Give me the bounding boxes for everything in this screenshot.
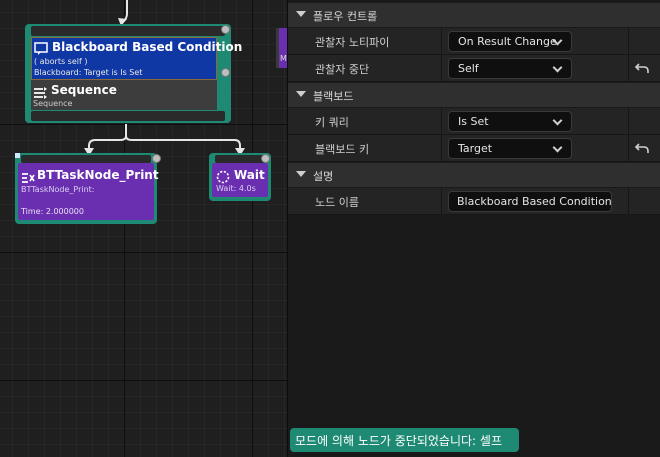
wait-index-badge xyxy=(261,154,270,163)
breakpoint-marker xyxy=(15,153,20,158)
print-task-title: BTTaskNode_Print xyxy=(37,168,159,182)
dropdown-value: Is Set xyxy=(458,115,489,128)
category-label: 설명 xyxy=(313,170,334,183)
column-divider xyxy=(628,135,629,162)
observer-notify-dropdown[interactable]: On Result Change xyxy=(448,31,572,52)
node-name-input[interactable]: Blackboard Based Condition xyxy=(448,191,612,212)
column-divider xyxy=(628,55,629,82)
dropdown-value: Self xyxy=(458,62,479,75)
dropdown-value: On Result Change xyxy=(458,35,557,48)
sequence-title: Sequence xyxy=(51,83,117,97)
node-output-bar xyxy=(31,111,225,121)
chevron-down-icon xyxy=(552,115,563,126)
status-text: 모드에 의해 노드가 중단되었습니다: 셀프 xyxy=(295,434,502,448)
column-divider xyxy=(441,108,442,135)
task-input-bar xyxy=(21,155,151,163)
category-label: 플로우 컨트롤 xyxy=(313,10,378,23)
input-value: Blackboard Based Condition xyxy=(457,195,612,208)
print-task-subtitle: BTTaskNode_Print: xyxy=(21,185,95,194)
node-index-badge xyxy=(221,25,230,34)
chevron-down-icon xyxy=(552,142,563,153)
property-row-observer-notify: 관찰자 노티파이 On Result Change xyxy=(288,28,660,55)
chevron-down-icon xyxy=(552,62,563,73)
status-message: 모드에 의해 노드가 중단되었습니다: 셀프 xyxy=(290,428,519,452)
category-description[interactable]: 설명 xyxy=(288,163,660,187)
wait-task-title: Wait xyxy=(234,168,265,182)
key-query-dropdown[interactable]: Is Set xyxy=(448,111,572,132)
behavior-tree-editor: { "graph": { "composite": { "decorator_t… xyxy=(0,0,660,457)
wait-input-bar xyxy=(215,155,265,163)
category-blackboard[interactable]: 블랙보드 xyxy=(288,83,660,107)
property-label: 블랙보드 키 xyxy=(315,143,370,156)
details-panel: 플로우 컨트롤 관찰자 노티파이 On Result Change 관찰자 중단… xyxy=(287,0,660,457)
property-row-key-query: 키 쿼리 Is Set xyxy=(288,108,660,135)
graph-canvas[interactable]: M Blackboard Based Condition ( aborts se… xyxy=(0,0,287,457)
property-row-observer-abort: 관찰자 중단 Self xyxy=(288,55,660,82)
property-row-blackboard-key: 블랙보드 키 Target xyxy=(288,135,660,162)
collapse-arrow-icon[interactable] xyxy=(296,11,306,17)
decorator-aborts: ( aborts self ) xyxy=(34,57,88,66)
blackboard-key-dropdown[interactable]: Target xyxy=(448,138,572,159)
reset-arrow-icon[interactable] xyxy=(634,60,650,76)
category-label: 블랙보드 xyxy=(313,90,354,103)
property-label: 관찰자 노티파이 xyxy=(315,36,390,49)
column-divider xyxy=(441,135,442,162)
property-label: 키 쿼리 xyxy=(315,116,349,129)
column-divider xyxy=(628,28,629,55)
column-divider xyxy=(628,108,629,135)
sequence-subtitle: Sequence xyxy=(33,99,73,108)
decorator-index-badge xyxy=(221,68,230,77)
dropdown-value: Target xyxy=(458,142,493,155)
property-label: 노드 이름 xyxy=(315,196,359,209)
task-index-badge xyxy=(152,154,161,163)
collapse-arrow-icon[interactable] xyxy=(296,91,306,97)
reset-arrow-icon[interactable] xyxy=(634,140,650,156)
column-divider xyxy=(441,28,442,55)
observer-abort-dropdown[interactable]: Self xyxy=(448,58,572,79)
partial-task-node[interactable]: M xyxy=(276,28,287,68)
wait-task-subtitle: Wait: 4.0s xyxy=(216,184,256,193)
column-divider xyxy=(628,188,629,215)
print-task-time: Time: 2.000000 xyxy=(21,207,84,216)
category-flow-control[interactable]: 플로우 컨트롤 xyxy=(288,3,660,27)
decorator-title: Blackboard Based Condition xyxy=(52,40,243,54)
collapse-arrow-icon[interactable] xyxy=(296,171,306,177)
column-divider xyxy=(441,188,442,215)
node-input-bar xyxy=(31,26,225,36)
column-divider xyxy=(441,55,442,82)
property-row-node-name: 노드 이름 Blackboard Based Condition xyxy=(288,188,660,215)
partial-node-letter: M xyxy=(280,54,287,63)
decorator-description: Blackboard: Target is Is Set xyxy=(34,68,143,77)
property-label: 관찰자 중단 xyxy=(315,63,370,76)
